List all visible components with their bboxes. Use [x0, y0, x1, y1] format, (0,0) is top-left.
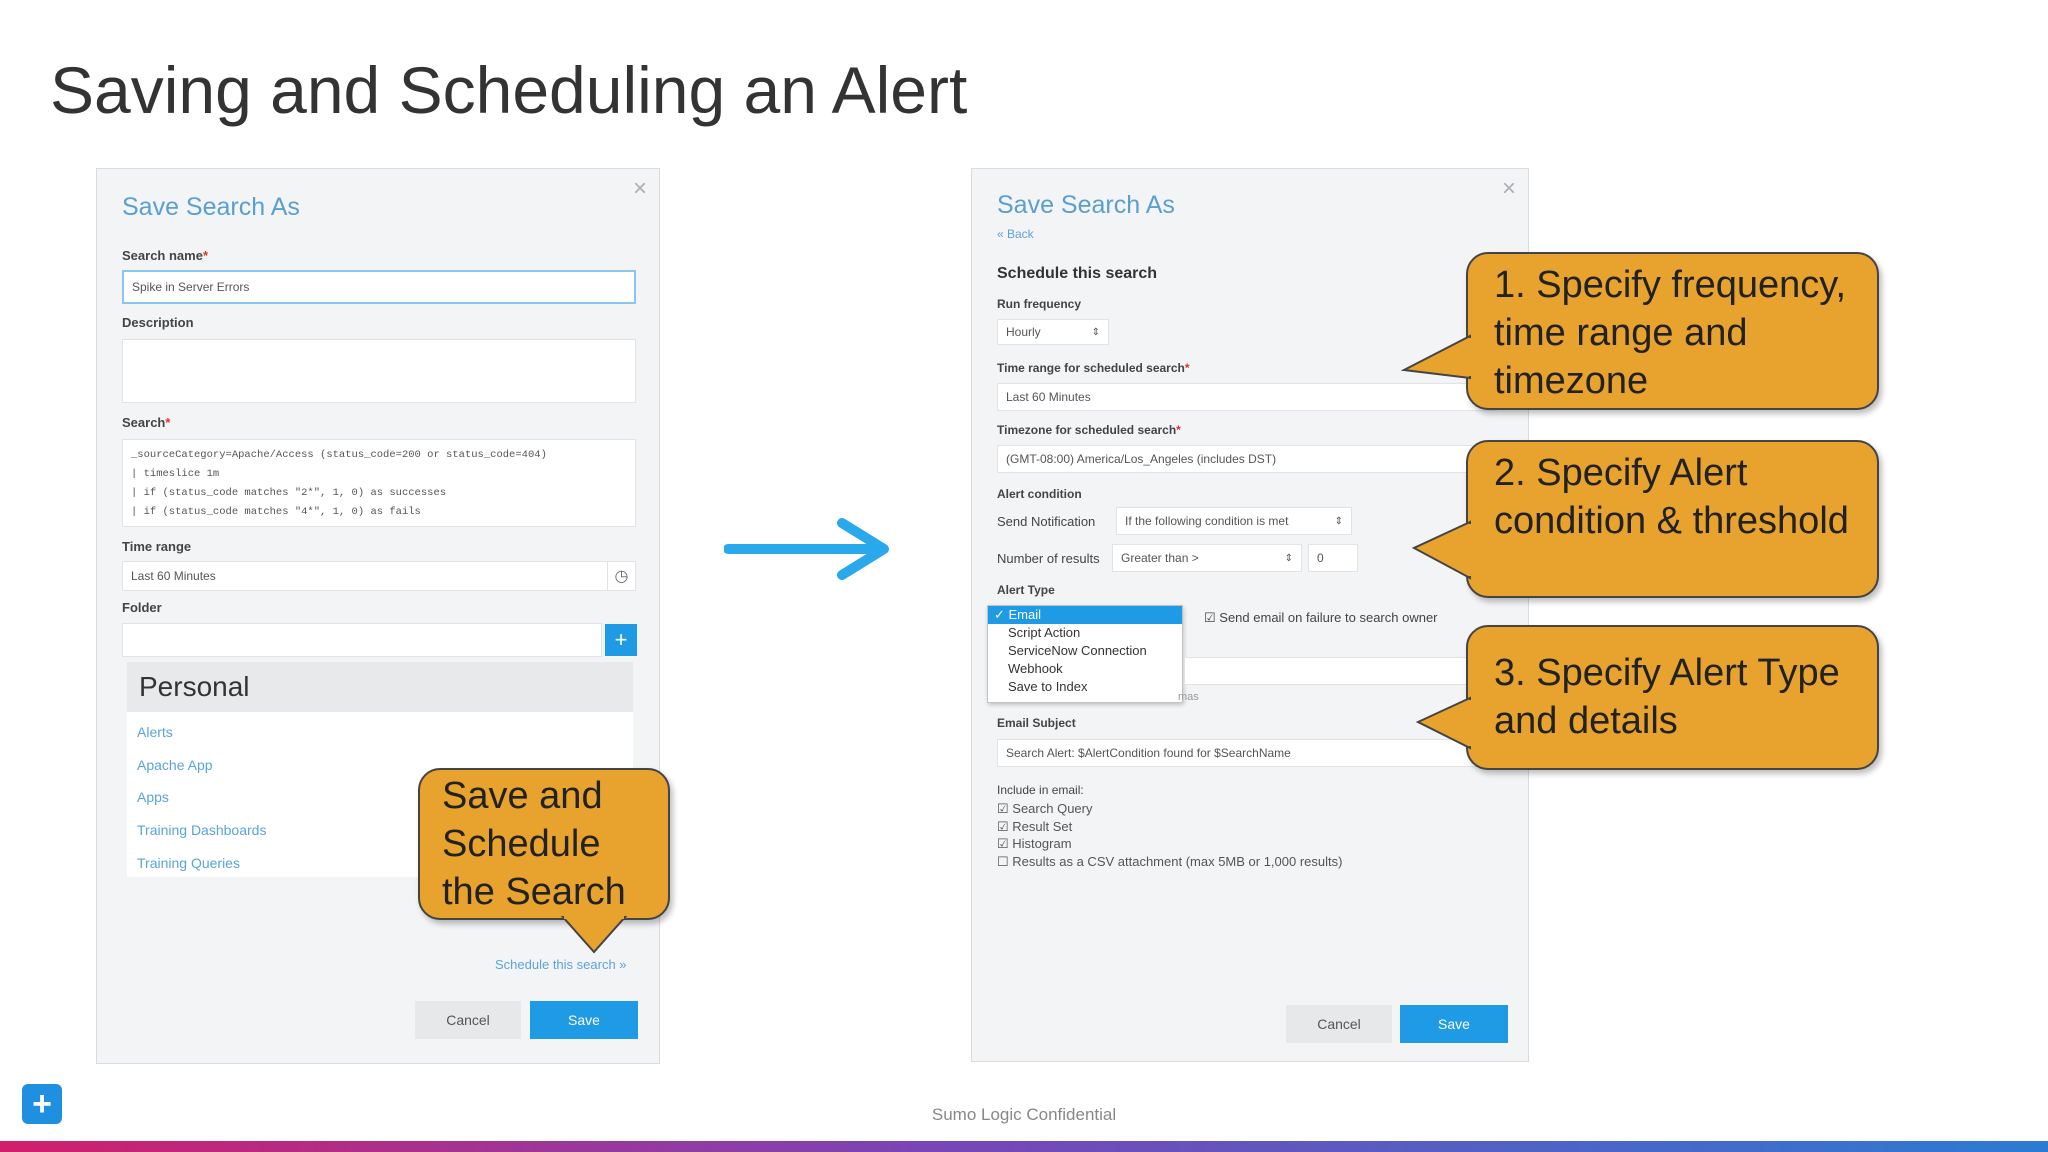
send-on-failure-checkbox[interactable]: ☑ Send email on failure to search owner	[1204, 610, 1438, 626]
timezone-label: Timezone for scheduled search*	[997, 423, 1181, 437]
alert-type-dropdown[interactable]: ✓ Email Script Action ServiceNow Connect…	[987, 605, 1183, 703]
select-arrows-icon: ⇕	[1334, 515, 1343, 527]
schedule-heading: Schedule this search	[997, 265, 1158, 282]
alert-type-label: Alert Type	[997, 583, 1055, 597]
results-operator-select[interactable]: Greater than > ⇕	[1112, 544, 1302, 572]
search-label: Search*	[122, 415, 171, 430]
search-name-input[interactable]: Spike in Server Errors	[122, 270, 636, 304]
folder-input[interactable]	[122, 623, 602, 657]
callout-condition: 2. Specify Alert condition & threshold	[1466, 440, 1879, 598]
slide-title: Saving and Scheduling an Alert	[50, 53, 968, 127]
send-notification-select[interactable]: If the following condition is met ⇕	[1116, 507, 1352, 535]
dialog-title: Save Search As	[122, 193, 300, 221]
add-folder-button[interactable]: +	[605, 624, 637, 656]
search-name-label: Search name*	[122, 248, 208, 263]
folder-personal-heading: Personal	[127, 662, 633, 712]
description-label: Description	[122, 315, 194, 330]
dialog-title: Save Search As	[997, 191, 1175, 219]
email-subject-label: Email Subject	[997, 716, 1076, 730]
folder-label: Folder	[122, 600, 162, 615]
callout-pointer	[1400, 334, 1472, 380]
select-arrows-icon: ⇕	[1091, 326, 1100, 338]
send-notification-label: Send Notification	[997, 514, 1096, 529]
time-range-label: Time range for scheduled search*	[997, 361, 1190, 375]
include-histogram-checkbox[interactable]: ☑ Histogram	[997, 836, 1072, 852]
results-threshold-input[interactable]: 0	[1308, 544, 1358, 572]
time-range-input[interactable]: Last 60 Minutes	[122, 561, 636, 591]
number-of-results-label: Number of results	[997, 551, 1100, 566]
folder-item[interactable]: Training Queries	[137, 855, 240, 871]
alert-type-option[interactable]: Script Action	[988, 624, 1182, 642]
include-result-set-checkbox[interactable]: ☑ Result Set	[997, 819, 1072, 835]
close-icon[interactable]: ×	[633, 175, 647, 203]
callout-alert-type: 3. Specify Alert Type and details	[1466, 625, 1879, 770]
include-csv-checkbox[interactable]: ☐ Results as a CSV attachment (max 5MB o…	[997, 854, 1342, 870]
cancel-button[interactable]: Cancel	[415, 1001, 521, 1039]
run-frequency-select[interactable]: Hourly ⇕	[997, 319, 1109, 345]
callout-save-schedule: Save and Schedule the Search	[418, 768, 670, 920]
alert-type-option[interactable]: Webhook	[988, 660, 1182, 678]
alert-condition-label: Alert condition	[997, 487, 1082, 501]
alert-type-option[interactable]: Save to Index	[988, 678, 1182, 696]
callout-pointer	[1411, 520, 1472, 580]
include-in-email-label: Include in email:	[997, 783, 1084, 797]
recipients-hint: mas	[1178, 691, 1199, 703]
folder-item[interactable]: Apps	[137, 789, 169, 805]
search-query-textarea[interactable]: _sourceCategory=Apache/Access (status_co…	[122, 439, 636, 527]
footer-text: Sumo Logic Confidential	[931, 1105, 1117, 1124]
timezone-select[interactable]: (GMT-08:00) America/Los_Angeles (include…	[997, 445, 1497, 473]
time-range-label: Time range	[122, 539, 192, 554]
right-arrow-icon	[724, 518, 889, 580]
include-search-query-checkbox[interactable]: ☑ Search Query	[997, 801, 1092, 817]
save-button[interactable]: Save	[530, 1001, 638, 1039]
schedule-search-dialog: × Save Search As « Back Schedule this se…	[971, 168, 1529, 1062]
back-link[interactable]: « Back	[997, 227, 1034, 241]
folder-item[interactable]: Training Dashboards	[137, 822, 266, 838]
footer-gradient-bar	[0, 1141, 2048, 1152]
callout-frequency: 1. Specify frequency, time range and tim…	[1466, 252, 1879, 410]
close-icon[interactable]: ×	[1502, 175, 1516, 203]
run-frequency-label: Run frequency	[997, 297, 1082, 311]
callout-pointer	[1415, 696, 1472, 750]
description-textarea[interactable]	[122, 339, 636, 403]
slide: Saving and Scheduling an Alert × Save Se…	[0, 0, 2048, 1152]
alert-type-option[interactable]: ✓ Email	[988, 606, 1182, 624]
clock-icon[interactable]: ◷	[607, 562, 635, 590]
callout-pointer	[560, 916, 628, 954]
cancel-button[interactable]: Cancel	[1286, 1005, 1392, 1043]
folder-item[interactable]: Apache App	[137, 757, 213, 773]
save-button[interactable]: Save	[1400, 1005, 1508, 1043]
alert-type-option[interactable]: ServiceNow Connection	[988, 642, 1182, 660]
folder-item[interactable]: Alerts	[137, 724, 173, 740]
schedule-search-link[interactable]: Schedule this search »	[495, 957, 627, 972]
select-arrows-icon: ⇕	[1284, 552, 1293, 564]
recipients-input[interactable]	[1184, 657, 1496, 685]
